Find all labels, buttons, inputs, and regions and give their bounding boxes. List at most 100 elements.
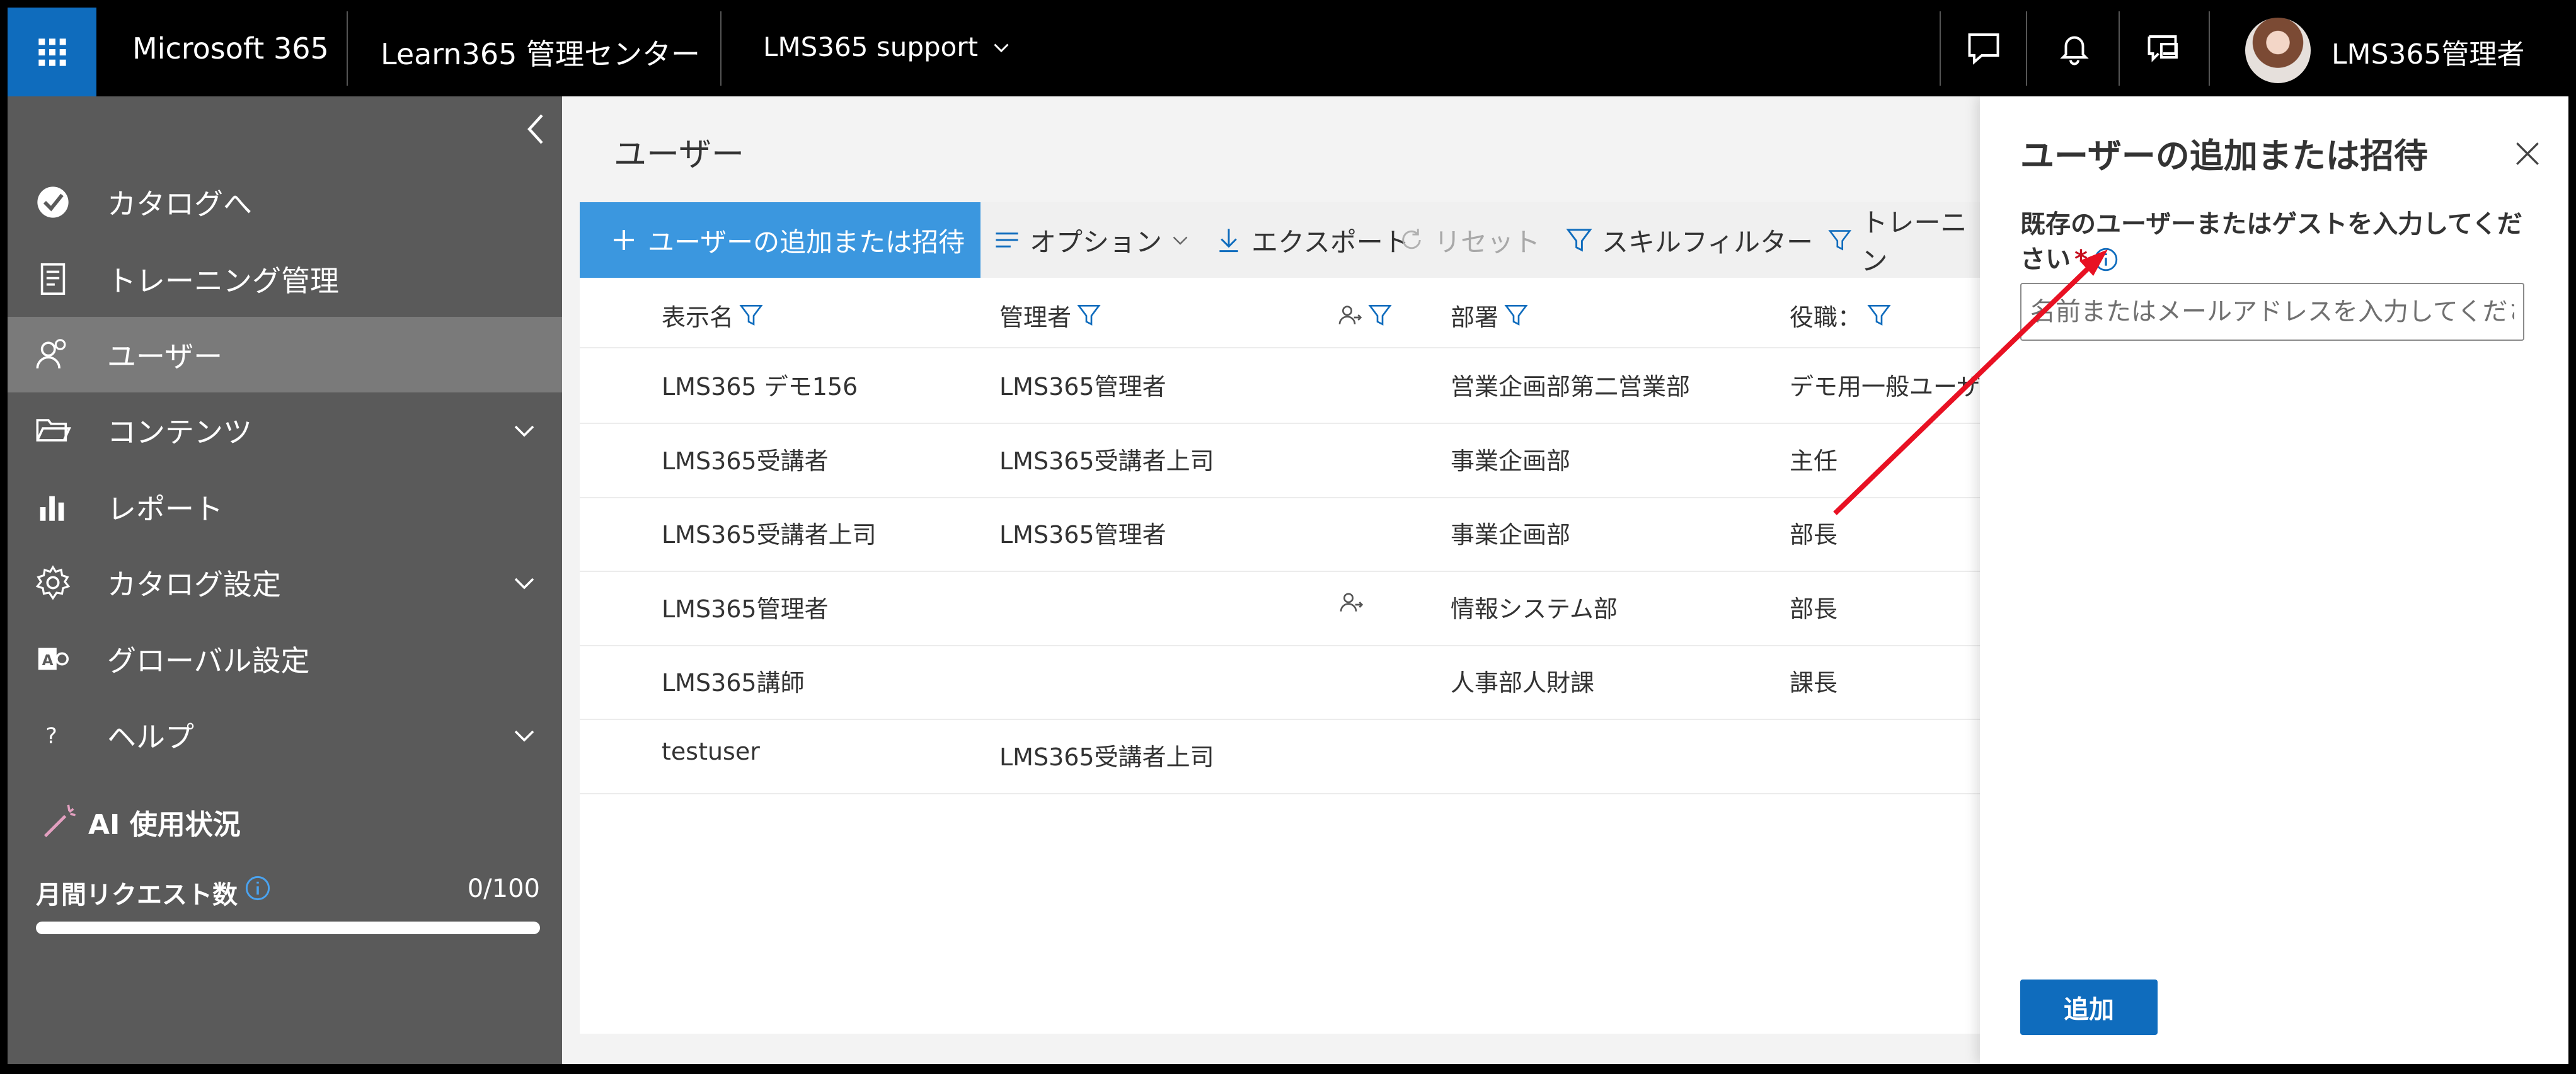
- sidebar-item-content[interactable]: コンテンツ: [8, 392, 562, 468]
- column-header-display-name[interactable]: 表示名: [662, 278, 764, 352]
- magic-wand-icon: [43, 804, 76, 838]
- row-divider: [580, 645, 1980, 646]
- row-divider: [580, 793, 1980, 794]
- cell-department: 情報システム部: [1451, 595, 1618, 623]
- avatar[interactable]: [2245, 18, 2311, 83]
- svg-text:?: ?: [45, 724, 57, 749]
- cell-manager: LMS365受講者上司: [999, 743, 1214, 771]
- cell-title: 部長: [1790, 595, 1838, 623]
- sidebar-item-help[interactable]: ? ヘルプ: [8, 697, 562, 773]
- export-button[interactable]: エクスポート: [1215, 202, 1410, 278]
- row-divider: [580, 497, 1980, 498]
- cell-title: 主任: [1790, 447, 1838, 475]
- skill-filter-button[interactable]: スキルフィルター: [1565, 202, 1813, 278]
- announcement-icon: [2148, 35, 2178, 62]
- sidebar-item-reports[interactable]: レポート: [8, 469, 562, 545]
- cell-department: 人事部人財課: [1451, 669, 1595, 697]
- cell-display-name[interactable]: LMS365講師: [662, 663, 805, 698]
- feedback-button[interactable]: [1953, 18, 2014, 78]
- account-name[interactable]: LMS365管理者: [2332, 31, 2524, 72]
- bell-icon: [2060, 36, 2089, 66]
- add-invite-user-button[interactable]: ユーザーの追加または招待: [580, 202, 980, 278]
- sidebar-item-global-settings[interactable]: A グローバル設定: [8, 621, 562, 697]
- add-button[interactable]: 追加: [2020, 980, 2158, 1035]
- filter-icon[interactable]: [739, 302, 764, 328]
- chevron-down-icon: [514, 578, 534, 590]
- cell-display-name[interactable]: LMS365 デモ156: [662, 367, 858, 402]
- filter-icon[interactable]: [1367, 302, 1393, 328]
- sidebar-item-training[interactable]: トレーニング管理: [8, 241, 562, 317]
- column-header-title[interactable]: 役職：: [1790, 278, 1892, 352]
- cell-display-name[interactable]: LMS365受講者: [662, 442, 829, 476]
- top-bar: Microsoft 365 Learn365 管理センター LMS365 sup…: [0, 0, 2576, 96]
- help-icon: ?: [33, 715, 73, 755]
- column-header-manager[interactable]: 管理者: [999, 278, 1101, 352]
- divider: [2119, 11, 2120, 86]
- chevron-down-icon: [514, 730, 534, 742]
- row-divider: [580, 719, 1980, 720]
- sidebar-item-catalog-settings[interactable]: カタログ設定: [8, 545, 562, 620]
- divider: [2026, 11, 2027, 86]
- catalog-check-icon: [33, 182, 73, 222]
- cell-title: 部長: [1790, 521, 1838, 549]
- chevron-down-icon: [514, 425, 534, 437]
- cell-manager: LMS365管理者: [999, 373, 1166, 401]
- filter-icon: [1566, 229, 1592, 252]
- brand-link[interactable]: Microsoft 365: [132, 31, 329, 66]
- admin-center-title[interactable]: Learn365 管理センター: [381, 31, 700, 73]
- filter-icon[interactable]: [1504, 302, 1529, 328]
- whats-new-button[interactable]: [2133, 18, 2194, 78]
- tenant-switcher[interactable]: LMS365 support: [763, 31, 1011, 62]
- menu-lines-icon: [996, 232, 1018, 248]
- cell-title: 課長: [1790, 669, 1838, 697]
- divider: [347, 11, 348, 86]
- ai-usage-title: AI 使用状況: [39, 802, 241, 842]
- options-button[interactable]: オプション: [993, 202, 1190, 278]
- plus-icon: [614, 230, 634, 250]
- sidebar: カタログへ トレーニング管理 ユーザー コンテンツ レポート カタログ設定 A …: [8, 96, 562, 1064]
- column-header-department[interactable]: 部署: [1451, 278, 1529, 352]
- monthly-requests-count: 0/100: [467, 874, 540, 903]
- sidebar-item-label: ユーザー: [107, 340, 223, 374]
- cell-department: 事業企画部: [1451, 447, 1571, 475]
- cell-manager: LMS365受講者上司: [999, 447, 1214, 475]
- column-header-delegate[interactable]: [1337, 278, 1393, 352]
- cell-department: 営業企画部第二営業部: [1451, 373, 1691, 401]
- cell-display-name[interactable]: LMS365管理者: [662, 590, 829, 624]
- sidebar-item-label: グローバル設定: [107, 644, 310, 678]
- notifications-button[interactable]: [2044, 18, 2105, 78]
- info-icon[interactable]: [244, 874, 272, 902]
- sidebar-item-label: カタログ設定: [107, 568, 281, 602]
- waffle-icon: [38, 38, 66, 66]
- main-area: ユーザー ユーザーの追加または招待 オプション エクスポート リセット スキルフ…: [562, 96, 2004, 1064]
- user-arrow-icon: [1340, 593, 1364, 612]
- app-launcher-button[interactable]: [8, 8, 96, 96]
- sidebar-item-users[interactable]: ユーザー: [8, 317, 562, 392]
- reset-button[interactable]: リセット: [1398, 202, 1540, 278]
- required-mark: *: [2074, 245, 2088, 274]
- training-filter-button[interactable]: トレーニン: [1827, 202, 1980, 278]
- close-icon[interactable]: [2512, 138, 2543, 169]
- cell-display-name[interactable]: LMS365受講者上司: [662, 515, 877, 550]
- usage-progress-fill: [36, 922, 540, 934]
- gear-icon: [33, 563, 73, 603]
- sidebar-item-catalog[interactable]: カタログへ: [8, 164, 562, 240]
- cell-department: 事業企画部: [1451, 521, 1571, 549]
- user-arrow-icon: [1338, 306, 1362, 324]
- collapse-nav-button[interactable]: [518, 110, 556, 148]
- filter-icon[interactable]: [1076, 302, 1101, 328]
- chat-icon: [1968, 33, 1999, 65]
- divider: [1940, 11, 1941, 86]
- chevron-down-icon: [1173, 236, 1188, 245]
- user-search-input[interactable]: [2020, 283, 2524, 341]
- divider: [720, 11, 722, 86]
- chevron-down-icon: [994, 43, 1009, 52]
- window-frame-edge: [2568, 0, 2576, 1074]
- folder-icon: [33, 410, 73, 450]
- refresh-icon: [1402, 229, 1421, 249]
- cell-display-name[interactable]: testuser: [662, 738, 760, 765]
- users-icon: [33, 334, 73, 375]
- filter-icon[interactable]: [1866, 302, 1892, 328]
- sidebar-item-label: ヘルプ: [107, 720, 194, 754]
- info-icon[interactable]: [2093, 246, 2119, 273]
